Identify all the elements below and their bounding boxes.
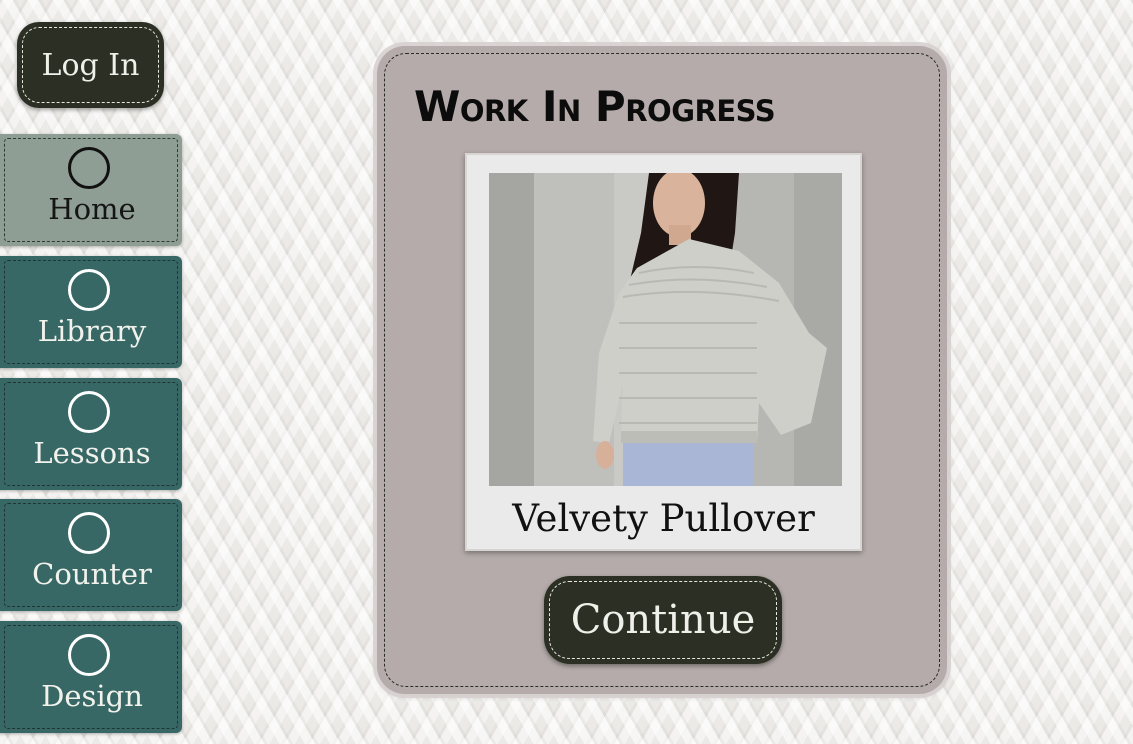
project-photo: [489, 173, 842, 486]
continue-label: Continue: [570, 597, 756, 643]
nav-item-lessons[interactable]: Lessons: [0, 378, 182, 490]
continue-button[interactable]: Continue: [544, 576, 782, 664]
nav-label-lessons: Lessons: [33, 436, 151, 470]
card-title: Work In Progress: [414, 82, 776, 131]
nav-label-library: Library: [37, 314, 147, 348]
nav-label-design: Design: [41, 679, 143, 713]
project-card[interactable]: Velvety Pullover: [465, 153, 862, 551]
circle-icon: [68, 634, 110, 676]
project-name: Velvety Pullover: [512, 497, 815, 540]
nav-item-library[interactable]: Library: [0, 256, 182, 368]
nav-label-home: Home: [48, 192, 136, 226]
sweater-photo-illustration: [489, 173, 842, 486]
nav-label-counter: Counter: [32, 557, 152, 591]
circle-icon: [68, 147, 110, 189]
circle-icon: [68, 391, 110, 433]
nav-item-design[interactable]: Design: [0, 621, 182, 733]
circle-icon: [68, 512, 110, 554]
nav-item-home[interactable]: Home: [0, 134, 182, 246]
work-in-progress-card: Work In Progress Velvety Pullover Contin…: [377, 46, 947, 694]
login-label: Log In: [41, 47, 140, 83]
circle-icon: [68, 269, 110, 311]
nav-item-counter[interactable]: Counter: [0, 499, 182, 611]
login-button[interactable]: Log In: [17, 22, 164, 108]
